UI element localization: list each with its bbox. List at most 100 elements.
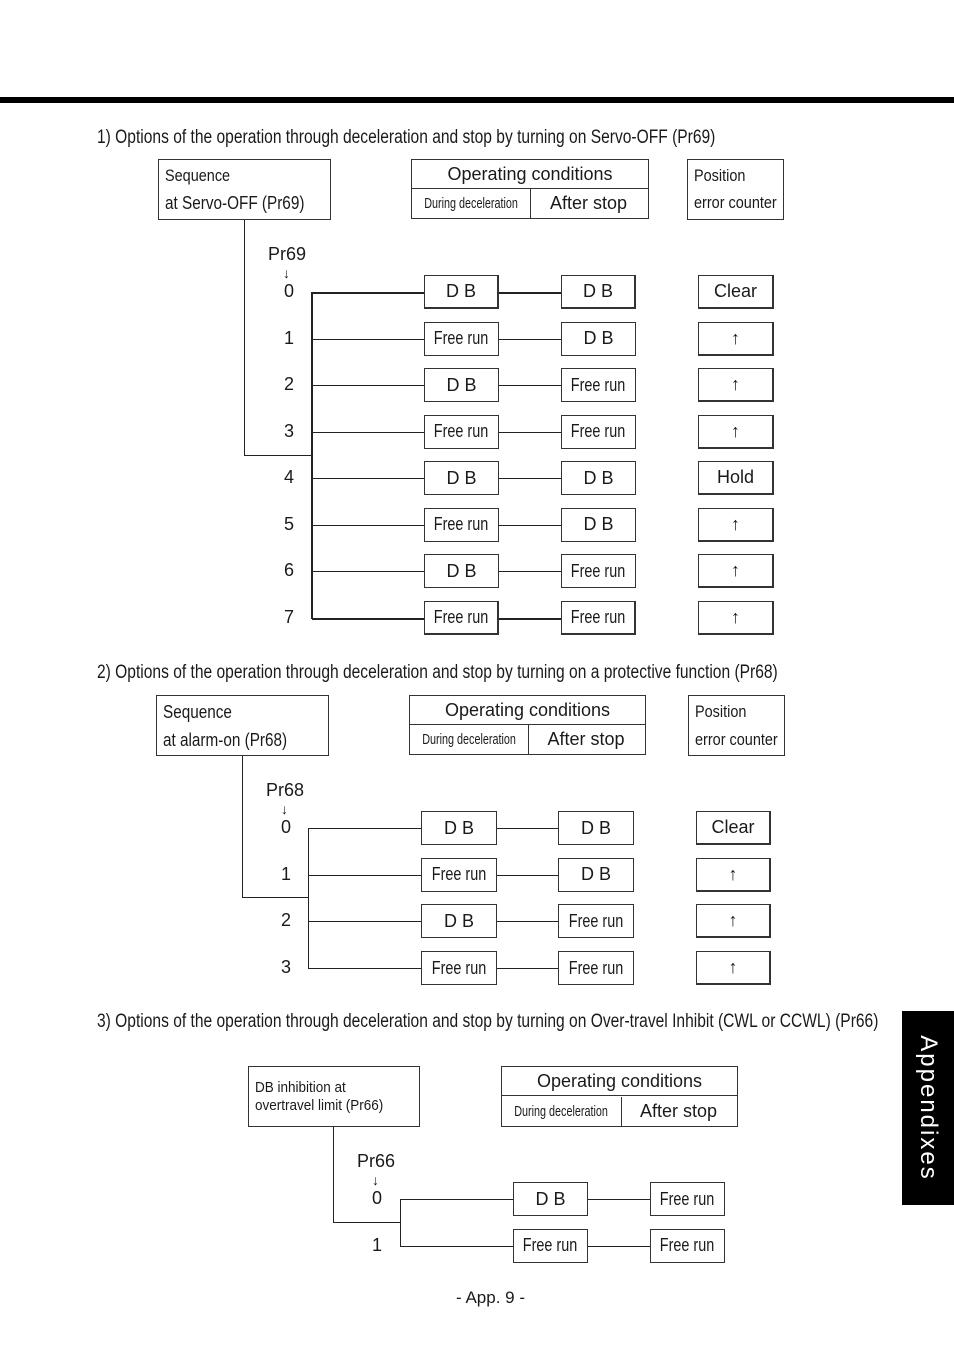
section-2-heading: 2) Options of the operation through dece… [97, 662, 778, 683]
option-value: 0 [283, 281, 294, 301]
param-label: Pr68 [266, 780, 305, 800]
after-stop-cell: Free run [561, 414, 636, 449]
branch-trunk-line [400, 1199, 401, 1246]
same-as-above-arrow-icon: ↑ [698, 368, 774, 402]
during-deceleration-cell: D B [421, 811, 497, 845]
connector-line [499, 338, 561, 340]
down-arrow-icon: ↓ [283, 265, 290, 281]
branch-line [308, 921, 421, 923]
option-value: 0 [371, 1188, 382, 1208]
after-stop-cell: Free run [561, 600, 636, 635]
same-as-above-arrow-icon: ↑ [698, 414, 774, 449]
during-deceleration-cell: Free run [421, 951, 497, 986]
branch-line [312, 524, 424, 526]
operating-conditions-title: Operating conditions [410, 696, 645, 725]
during-deceleration-cell: Free run [424, 414, 499, 449]
branch-line [312, 338, 424, 340]
after-stop-cell: Free run [558, 951, 634, 986]
during-deceleration-cell: D B [424, 275, 499, 309]
param-label: Pr69 [268, 244, 307, 264]
connector-line [499, 431, 561, 433]
sequence-label-line2: at alarm-on (Pr68) [163, 730, 288, 750]
branch-line [312, 292, 424, 294]
connector-line [497, 921, 558, 923]
connector-line [497, 874, 558, 876]
connector-line [499, 571, 561, 572]
option-value: 3 [283, 420, 294, 441]
operating-conditions-title: Operating conditions [502, 1067, 737, 1096]
after-stop-cell: D B [561, 461, 636, 495]
position-label-line2: error counter [695, 730, 778, 749]
connector-line [499, 617, 561, 620]
position-error-counter-cell: Hold [698, 461, 774, 495]
connector-line [499, 524, 561, 526]
after-stop-header: After stop [547, 729, 625, 749]
same-as-above-arrow-icon: ↑ [696, 904, 771, 939]
branch-line [312, 571, 424, 572]
after-stop-cell: D B [561, 507, 636, 542]
during-deceleration-cell: Free run [424, 507, 499, 542]
position-error-counter-header: Position error counter [688, 695, 785, 756]
same-as-above-arrow-icon: ↑ [698, 554, 774, 588]
after-stop-cell: Free run [558, 904, 634, 939]
side-tab-label: Appendixes [915, 1035, 942, 1181]
after-stop-cell: D B [558, 857, 634, 892]
option-value: 1 [371, 1234, 382, 1255]
connector-line [497, 968, 558, 970]
after-stop-cell: Free run [650, 1228, 725, 1263]
branch-trunk-line [311, 292, 313, 619]
after-stop-cell: D B [561, 275, 636, 309]
after-stop-cell: Free run [650, 1182, 725, 1216]
option-value: 2 [280, 910, 291, 931]
connector-line [499, 478, 561, 479]
connector-line [333, 1222, 401, 1223]
db-inhibition-label-line2: overtravel limit (Pr66) [255, 1097, 384, 1114]
connector-line [499, 292, 561, 294]
appendixes-side-tab: Appendixes [902, 1011, 954, 1205]
branch-trunk-line [308, 828, 309, 968]
branch-line [312, 617, 424, 620]
branch-line [308, 828, 421, 829]
connector-line [588, 1199, 650, 1200]
during-deceleration-cell: Free run [424, 321, 499, 356]
position-error-counter-cell: Clear [698, 275, 774, 309]
same-as-above-arrow-icon: ↑ [698, 600, 774, 635]
param-label: Pr66 [357, 1151, 396, 1171]
section-3-heading: 3) Options of the operation through dece… [97, 1011, 879, 1032]
operating-conditions-header: Operating conditions During deceleration… [501, 1066, 738, 1127]
option-value: 3 [280, 957, 291, 978]
db-inhibition-header-box: DB inhibition at overtravel limit (Pr66) [248, 1066, 420, 1127]
during-deceleration-cell: D B [424, 461, 499, 495]
operating-conditions-header: Operating conditions During deceleration… [409, 695, 646, 755]
down-arrow-icon: ↓ [281, 801, 288, 817]
operating-conditions-header: Operating conditions During deceleration… [411, 159, 649, 219]
same-as-above-arrow-icon: ↑ [696, 951, 771, 986]
during-deceleration-cell: D B [424, 554, 499, 588]
option-value: 0 [280, 817, 291, 837]
connector-line [242, 756, 243, 898]
sequence-label-line1: Sequence [165, 166, 231, 185]
connector-line [244, 220, 245, 456]
connector-line [497, 828, 558, 829]
page-number: - App. 9 - [456, 1288, 525, 1307]
during-deceleration-cell: Free run [513, 1228, 588, 1263]
during-deceleration-cell: D B [513, 1182, 588, 1216]
branch-line [312, 431, 424, 433]
during-deceleration-header: During deceleration [412, 189, 531, 218]
during-deceleration-cell: D B [424, 368, 499, 402]
sequence-label-line1: Sequence [163, 702, 232, 722]
after-stop-cell: Free run [561, 554, 636, 588]
branch-line [308, 968, 421, 970]
during-deceleration-cell: Free run [424, 600, 499, 635]
same-as-above-arrow-icon: ↑ [698, 507, 774, 542]
during-deceleration-header: During deceleration [410, 725, 529, 754]
connector-line [242, 897, 309, 898]
operating-conditions-title: Operating conditions [412, 160, 648, 189]
option-value: 7 [283, 606, 294, 627]
connector-line [499, 385, 561, 386]
option-value: 1 [283, 327, 294, 348]
sequence-header-box: Sequence at Servo-OFF (Pr69) [158, 159, 331, 220]
after-stop-header: After stop [549, 193, 628, 213]
connector-line [244, 455, 312, 456]
branch-line [308, 874, 421, 876]
